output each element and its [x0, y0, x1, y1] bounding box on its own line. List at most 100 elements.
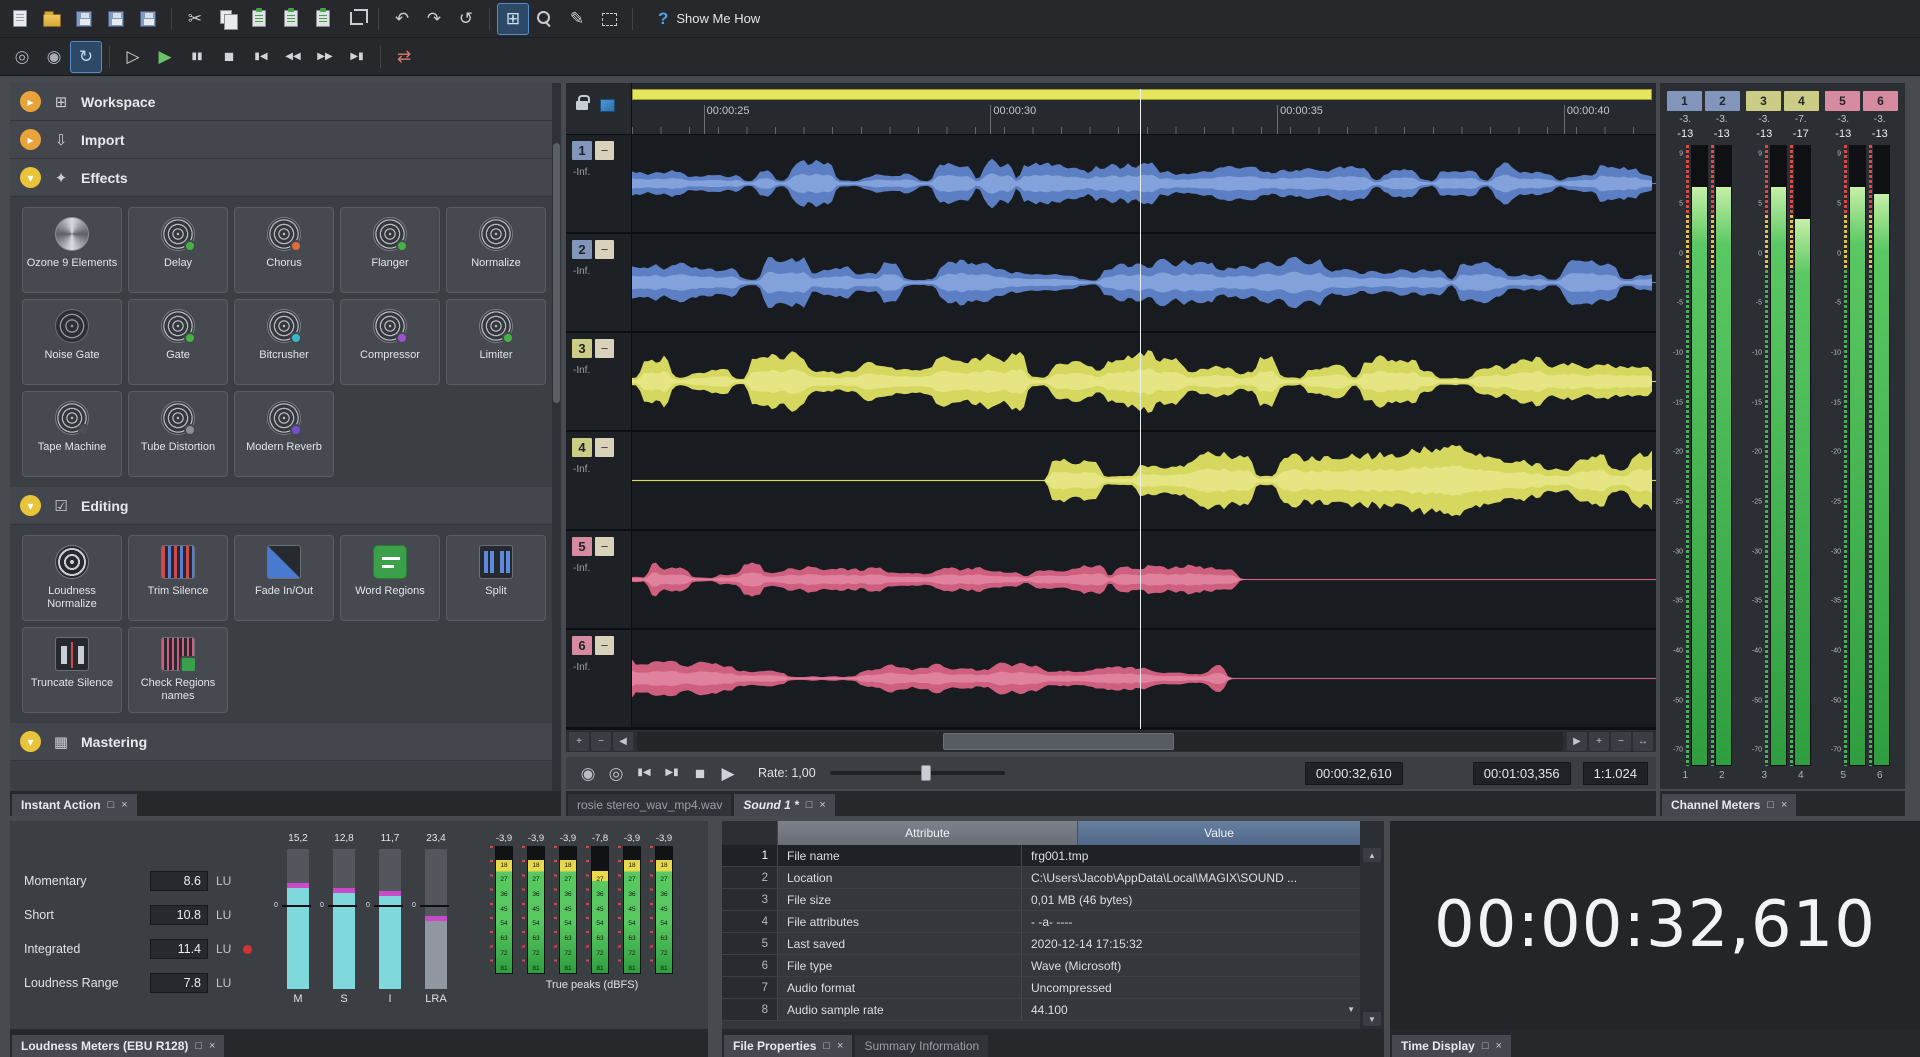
track-number-badge[interactable]: 3 — [572, 339, 592, 358]
trim-silence-button[interactable]: Trim Silence — [128, 535, 228, 621]
record-button[interactable]: ◉ — [39, 42, 69, 72]
property-row-audio-format[interactable]: 7Audio formatUncompressed — [722, 977, 1360, 999]
delay-button[interactable]: Delay — [128, 207, 228, 293]
normalize-button[interactable]: Normalize — [446, 207, 546, 293]
cut-button[interactable]: ✂ — [180, 4, 210, 34]
property-row-audio-sample-rate[interactable]: 8Audio sample rate44.100▼ — [722, 999, 1360, 1021]
stop-button[interactable]: ■ — [214, 42, 244, 72]
track-waveform[interactable] — [632, 333, 1656, 430]
property-row-file-attributes[interactable]: 4File attributes- -a- ---- — [722, 911, 1360, 933]
left-panel-scrollbar[interactable] — [552, 83, 561, 791]
pause-button[interactable]: ▮▮ — [182, 42, 212, 72]
check-regions-names-button[interactable]: Check Regions names — [128, 627, 228, 713]
zoom-in-button[interactable]: + — [569, 732, 589, 751]
close-icon[interactable]: × — [209, 1041, 215, 1052]
event-tool-button[interactable]: ⊞ — [498, 4, 528, 34]
track-minimize-button[interactable]: − — [595, 438, 614, 457]
go-to-start-button[interactable]: ▮◀ — [631, 760, 657, 786]
tab-instant-action[interactable]: Instant Action□× — [12, 794, 137, 816]
float-icon[interactable]: □ — [806, 800, 813, 811]
dropdown-arrow-icon[interactable]: ▼ — [1347, 1005, 1355, 1014]
save-all-button[interactable] — [133, 4, 163, 34]
close-icon[interactable]: × — [1495, 1041, 1501, 1052]
go-to-start-button[interactable]: ▮◀ — [246, 42, 276, 72]
chorus-button[interactable]: Chorus — [234, 207, 334, 293]
loop-playback-button[interactable]: ↻ — [71, 42, 101, 72]
save-button[interactable] — [69, 4, 99, 34]
scroll-right-button[interactable]: ▶ — [1567, 732, 1587, 751]
attribute-column-header[interactable]: Attribute — [778, 821, 1078, 845]
ruler-timeline[interactable]: 00:00:2500:00:3000:00:3500:00:40 — [632, 83, 1656, 134]
property-row-location[interactable]: 2LocationC:\Users\Jacob\AppData\Local\MA… — [722, 867, 1360, 889]
track-minimize-button[interactable]: − — [595, 141, 614, 160]
compressor-button[interactable]: Compressor — [340, 299, 440, 385]
close-icon[interactable]: × — [121, 800, 127, 811]
go-to-end-button[interactable]: ▶▮ — [659, 760, 685, 786]
property-row-file-name[interactable]: 1File namefrg001.tmp — [722, 845, 1360, 867]
record-remote-button[interactable]: ◎ — [603, 760, 629, 786]
section-header-editing[interactable]: ▾☑Editing — [10, 487, 561, 525]
paste-to-new-button[interactable] — [308, 4, 338, 34]
track-number-badge[interactable]: 5 — [572, 537, 592, 556]
close-icon[interactable]: × — [1781, 800, 1787, 811]
play-button[interactable]: ▶ — [150, 42, 180, 72]
time-ruler[interactable]: 00:00:2500:00:3000:00:3500:00:40 — [566, 83, 1656, 135]
left-panel-scrollbar-thumb[interactable] — [553, 143, 560, 403]
loop-region-button[interactable]: ⇄ — [389, 42, 419, 72]
gate-button[interactable]: Gate — [128, 299, 228, 385]
flanger-button[interactable]: Flanger — [340, 207, 440, 293]
zoom-out-button[interactable]: − — [591, 732, 611, 751]
close-icon[interactable]: × — [837, 1041, 843, 1052]
scroll-down-button[interactable]: ▼ — [1363, 1012, 1381, 1026]
undo-button[interactable]: ↶ — [387, 4, 417, 34]
property-row-last-saved[interactable]: 5Last saved2020-12-14 17:15:32 — [722, 933, 1360, 955]
track-waveform[interactable] — [632, 630, 1656, 727]
rate-slider-handle[interactable] — [921, 765, 931, 781]
stop-button[interactable]: ■ — [687, 760, 713, 786]
loudness-normalize-button[interactable]: Loudness Normalize — [22, 535, 122, 621]
track-minimize-button[interactable]: − — [595, 636, 614, 655]
tube-distortion-button[interactable]: Tube Distortion — [128, 391, 228, 477]
redo-button[interactable]: ↷ — [419, 4, 449, 34]
track-number-badge[interactable]: 1 — [572, 141, 592, 160]
track-minimize-button[interactable]: − — [595, 240, 614, 259]
float-icon[interactable]: □ — [1767, 800, 1774, 811]
playhead-cursor[interactable] — [1140, 89, 1141, 729]
limiter-button[interactable]: Limiter — [446, 299, 546, 385]
float-icon[interactable]: □ — [195, 1041, 202, 1052]
truncate-silence-button[interactable]: Truncate Silence — [22, 627, 122, 713]
paste-mix-button[interactable] — [276, 4, 306, 34]
bitcrusher-button[interactable]: Bitcrusher — [234, 299, 334, 385]
ozone-9-elements-button[interactable]: Ozone 9 Elements — [22, 207, 122, 293]
file-properties-scrollbar[interactable]: ▲▼ — [1360, 845, 1384, 1029]
track-waveform[interactable] — [632, 432, 1656, 529]
track-waveform[interactable] — [632, 234, 1656, 331]
noise-gate-button[interactable]: Noise Gate — [22, 299, 122, 385]
tab-summary-information[interactable]: Summary Information — [855, 1035, 988, 1057]
play-all-button[interactable]: ▷ — [118, 42, 148, 72]
track-waveform[interactable] — [632, 531, 1656, 628]
record-button[interactable]: ◉ — [575, 760, 601, 786]
float-icon[interactable]: □ — [1482, 1041, 1489, 1052]
tab-file-properties[interactable]: File Properties□× — [724, 1035, 852, 1057]
track-waveform[interactable] — [632, 135, 1656, 232]
save-as-button[interactable] — [101, 4, 131, 34]
track-number-badge[interactable]: 2 — [572, 240, 592, 259]
section-header-workspace[interactable]: ▸⊞Workspace — [10, 83, 561, 121]
scroll-left-button[interactable]: ◀ — [613, 732, 633, 751]
magnify-tool-button[interactable] — [530, 4, 560, 34]
record-arm-icon[interactable] — [600, 99, 615, 112]
record-remote-button[interactable]: ◎ — [7, 42, 37, 72]
zoom-fit-button[interactable]: ↔ — [1633, 732, 1653, 751]
selection-tool-button[interactable] — [594, 4, 624, 34]
zoom-out-h-button[interactable]: − — [1611, 732, 1631, 751]
paste-button[interactable] — [244, 4, 274, 34]
scroll-up-button[interactable]: ▲ — [1363, 848, 1381, 862]
undo-history-button[interactable]: ↺ — [451, 4, 481, 34]
trim-crop-button[interactable] — [340, 4, 370, 34]
h-scrollbar[interactable] — [637, 732, 1563, 751]
tab-rosie-stereo-wav-mp4-wav[interactable]: rosie stereo_wav_mp4.wav — [568, 794, 731, 816]
value-column-header[interactable]: Value — [1078, 821, 1360, 845]
float-icon[interactable]: □ — [108, 800, 115, 811]
lock-icon[interactable] — [576, 101, 588, 110]
